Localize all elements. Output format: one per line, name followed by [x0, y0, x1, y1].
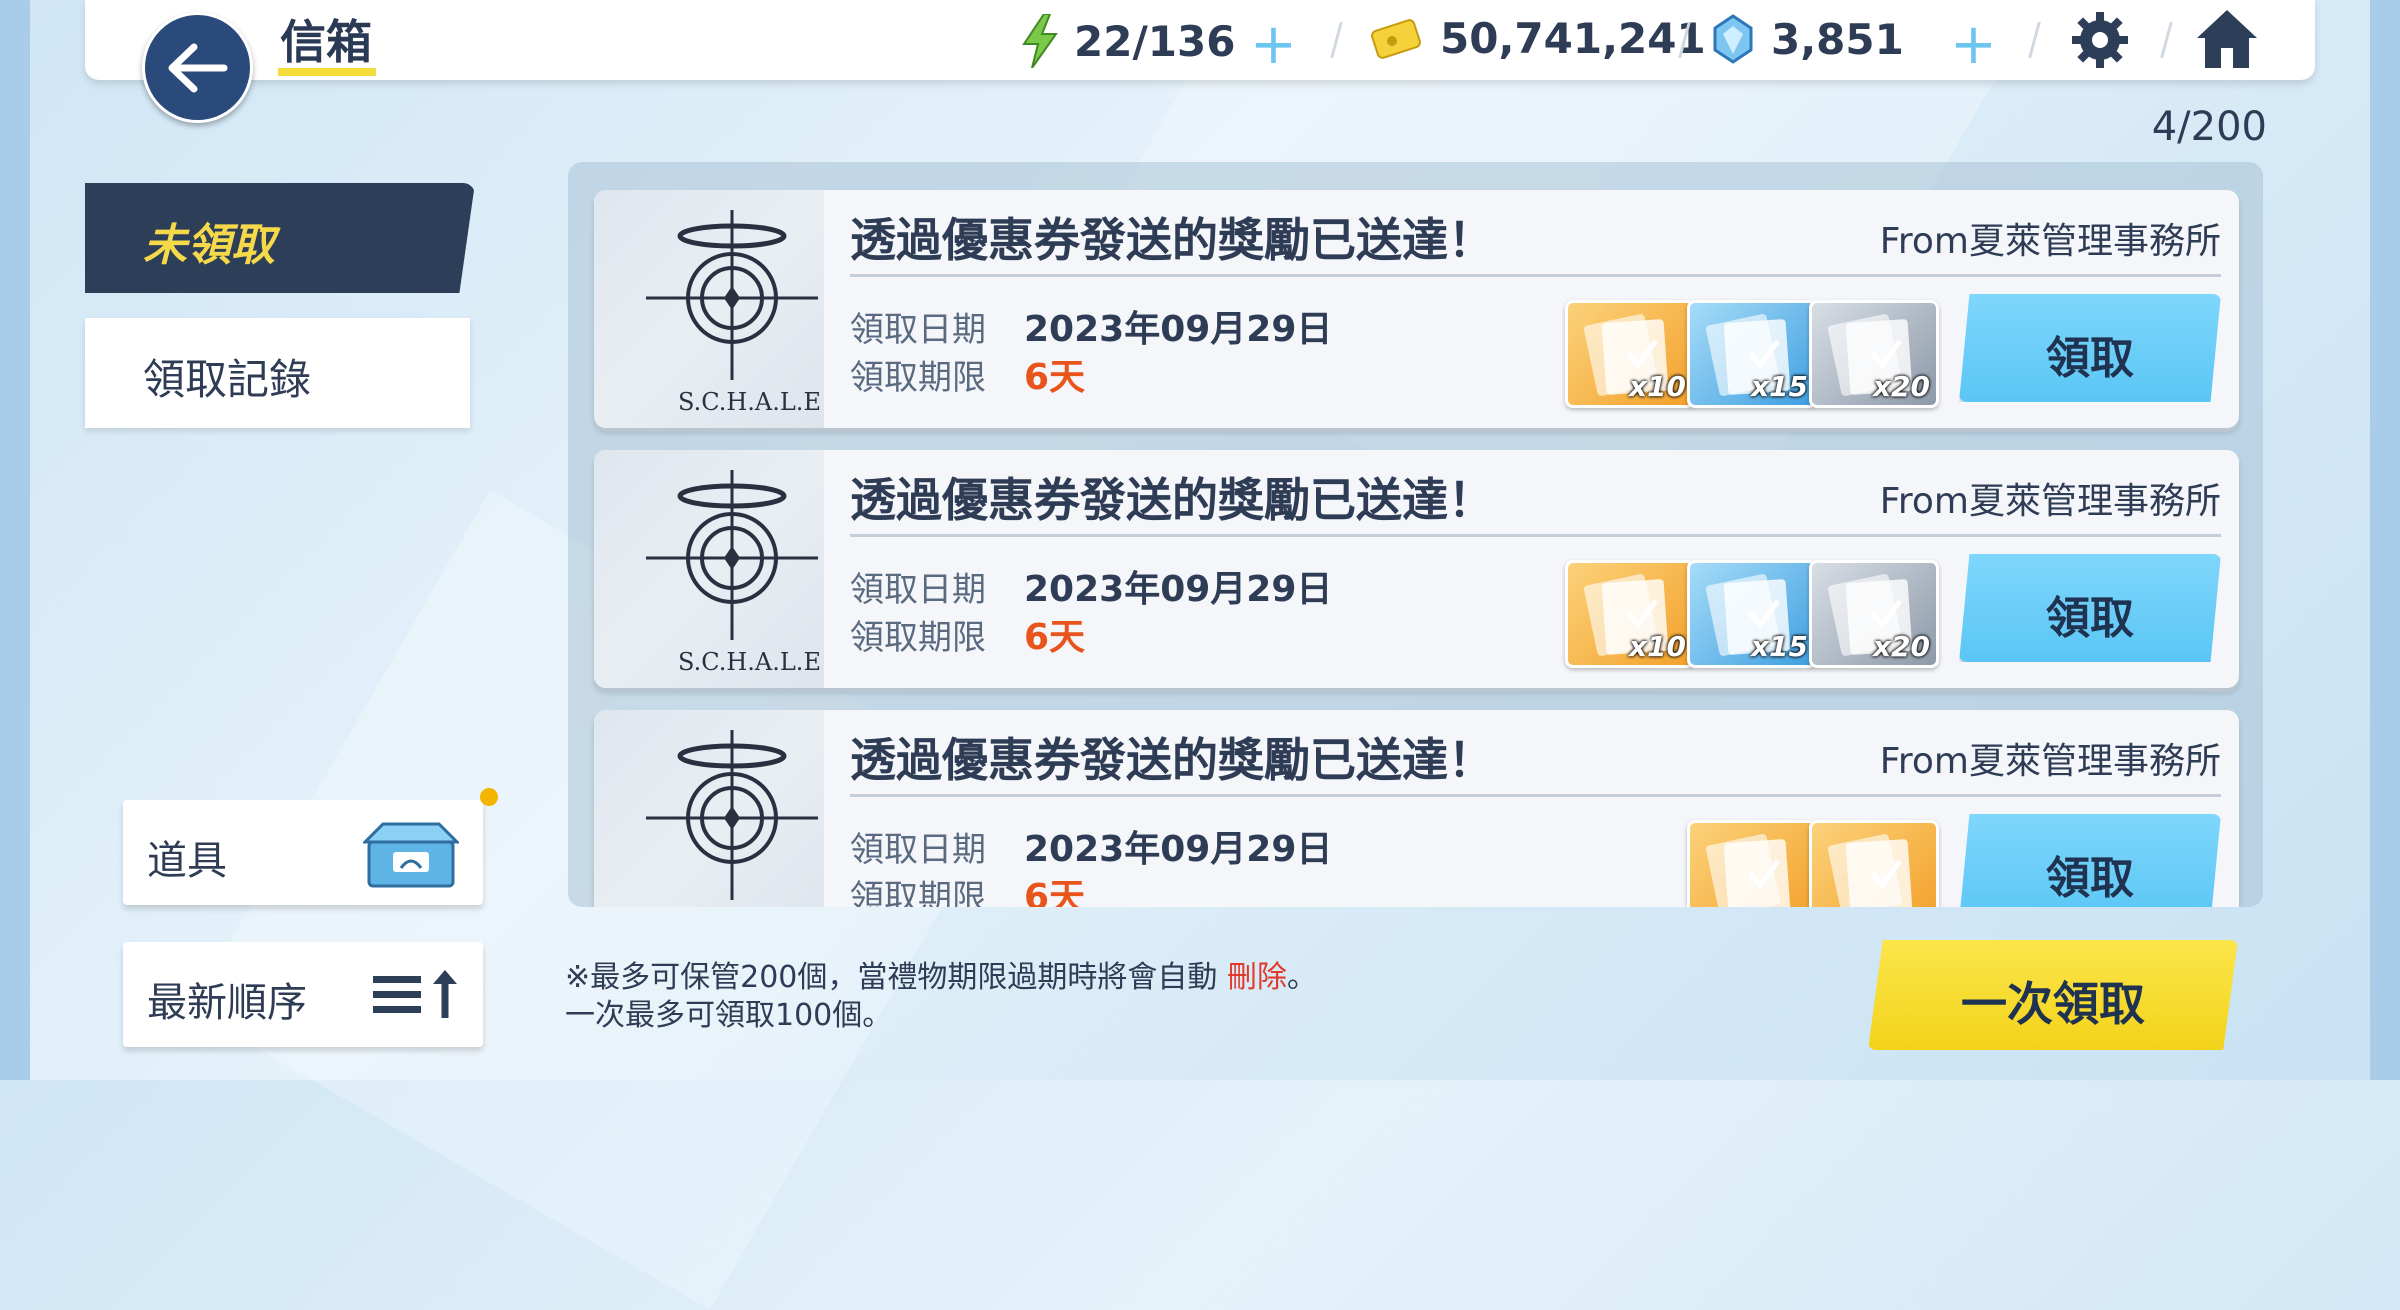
reward-quantity: x15	[1750, 370, 1808, 403]
reward-quantity: x15	[1750, 630, 1808, 663]
title-underline	[278, 68, 376, 76]
expiry-value: 6天	[1024, 617, 1086, 658]
sort-button[interactable]: 最新順序	[123, 942, 483, 1047]
tab-claim-history[interactable]: 領取記錄	[85, 318, 470, 428]
reward-quantity: x10	[1628, 630, 1686, 663]
mail-count: 4/200	[2151, 104, 2267, 150]
credit-card-icon	[1371, 18, 1421, 59]
mail-list[interactable]: S.C.H.A.L.E 透過優惠券發送的獎勵已送達！ From夏萊管理事務所 領…	[568, 162, 2263, 907]
claim-date-label: 領取日期	[850, 570, 986, 610]
reward-quantity: x20	[1872, 370, 1930, 403]
tab-label: 領取記錄	[143, 355, 312, 404]
reward-item[interactable]	[1687, 820, 1817, 907]
halo-crosshair-icon	[646, 730, 818, 900]
claim-date-label: 領取日期	[850, 310, 986, 350]
home-button[interactable]	[2195, 8, 2259, 74]
arrow-left-icon	[168, 43, 227, 92]
divider	[850, 794, 2221, 797]
divider	[850, 534, 2221, 537]
claim-label: 領取	[2046, 593, 2134, 644]
credits-display: 50,741,241	[1370, 14, 1706, 63]
reward-quantity: x10	[1628, 370, 1686, 403]
claim-date-value: 2023年09月29日	[1024, 309, 1333, 350]
divider	[2028, 22, 2041, 58]
reward-item[interactable]: x20	[1809, 560, 1939, 668]
add-ap-button[interactable]: +	[1250, 12, 1297, 77]
mail-item[interactable]: S.C.H.A.L.E 透過優惠券發送的獎勵已送達！ From夏萊管理事務所 領…	[594, 710, 2239, 907]
divider	[1330, 22, 1343, 58]
note-text: 。	[1286, 960, 1317, 995]
items-label: 道具	[147, 838, 227, 884]
ap-display: 22/136	[1020, 14, 1235, 68]
note-delete-text: 刪除	[1226, 960, 1287, 995]
settings-button[interactable]	[2070, 10, 2130, 74]
reward-item[interactable]: x15	[1687, 560, 1817, 668]
left-edge-band	[0, 0, 30, 1080]
schale-emblem: S.C.H.A.L.E	[594, 190, 824, 428]
mail-title: 透過優惠券發送的獎勵已送達！	[850, 473, 1494, 527]
notification-dot	[480, 788, 498, 806]
mail-item[interactable]: S.C.H.A.L.E 透過優惠券發送的獎勵已送達！ From夏萊管理事務所 領…	[594, 190, 2239, 428]
reward-item[interactable]: x10	[1565, 560, 1695, 668]
items-button[interactable]: 道具	[123, 800, 483, 905]
schale-emblem: S.C.H.A.L.E	[594, 450, 824, 688]
sort-ascending-icon	[373, 970, 457, 1018]
claim-date-value: 2023年09月29日	[1024, 829, 1333, 870]
claim-button[interactable]: 領取	[1959, 814, 2221, 907]
expiry-label: 領取期限	[850, 358, 986, 398]
sort-label: 最新順序	[147, 980, 307, 1026]
page-title: 信箱	[280, 15, 372, 69]
claim-all-label: 一次領取	[1961, 977, 2145, 1031]
claim-date-label: 領取日期	[850, 830, 986, 870]
expiry-value: 6天	[1024, 877, 1086, 907]
reward-item[interactable]: x20	[1809, 300, 1939, 408]
mail-title: 透過優惠券發送的獎勵已送達！	[850, 213, 1494, 267]
expiry-label: 領取期限	[850, 878, 986, 907]
gem-icon	[1713, 14, 1753, 64]
divider	[850, 274, 2221, 277]
claim-button[interactable]: 領取	[1959, 294, 2221, 402]
lightning-icon	[1022, 14, 1058, 68]
back-button[interactable]	[142, 12, 253, 123]
emblem-text: S.C.H.A.L.E	[678, 648, 821, 676]
ap-value: 22/136	[1074, 16, 1236, 66]
expiry-label: 領取期限	[850, 618, 986, 658]
reward-item[interactable]	[1809, 820, 1939, 907]
top-bar: 22/136 + 50,741,241 3,851 +	[85, 0, 2315, 80]
claim-label: 領取	[2046, 333, 2134, 384]
gems-value: 3,851	[1771, 14, 1904, 64]
claim-label: 領取	[2046, 853, 2134, 904]
reward-quantity: x20	[1872, 630, 1930, 663]
emblem-text: S.C.H.A.L.E	[678, 388, 821, 416]
tab-label: 未領取	[143, 220, 275, 271]
claim-limit-note: 一次最多可領取100個。	[565, 998, 893, 1033]
mail-title: 透過優惠券發送的獎勵已送達！	[850, 733, 1494, 787]
mail-sender: From夏萊管理事務所	[1879, 741, 2221, 782]
tab-unclaimed[interactable]: 未領取	[85, 183, 475, 293]
claim-date-value: 2023年09月29日	[1024, 569, 1333, 610]
box-icon	[363, 822, 459, 888]
gear-icon	[2072, 12, 2128, 68]
reward-item[interactable]: x15	[1687, 300, 1817, 408]
add-gems-button[interactable]: +	[1950, 12, 1997, 77]
claim-all-button[interactable]: 一次領取	[1868, 940, 2238, 1050]
mail-sender: From夏萊管理事務所	[1879, 481, 2221, 522]
mail-sender: From夏萊管理事務所	[1879, 221, 2221, 262]
credits-value: 50,741,241	[1440, 14, 1706, 63]
mail-item[interactable]: S.C.H.A.L.E 透過優惠券發送的獎勵已送達！ From夏萊管理事務所 領…	[594, 450, 2239, 688]
reward-report-icon	[1827, 834, 1913, 907]
right-edge-band	[2370, 0, 2400, 1080]
gems-display: 3,851	[1713, 14, 1904, 64]
divider	[2160, 22, 2173, 58]
claim-button[interactable]: 領取	[1959, 554, 2221, 662]
reward-report-icon	[1705, 834, 1791, 907]
home-icon	[2197, 10, 2257, 68]
reward-item[interactable]: x10	[1565, 300, 1695, 408]
schale-emblem: S.C.H.A.L.E	[594, 710, 824, 907]
expiry-value: 6天	[1024, 357, 1086, 398]
